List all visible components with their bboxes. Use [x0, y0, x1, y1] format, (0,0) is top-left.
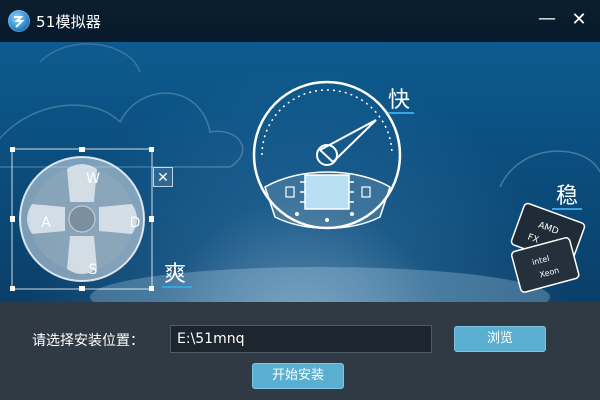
- feature-stable-label: 稳: [556, 184, 579, 209]
- installer-window: 51模拟器 — ✕ AMD FX intel Xeon W A D S ✕ 快 …: [0, 0, 600, 400]
- feature-stable-underline: [552, 208, 582, 210]
- dpad-close-icon[interactable]: ✕: [153, 167, 173, 187]
- feature-cool-underline: [162, 286, 192, 288]
- app-logo-icon: [8, 10, 30, 32]
- processor-cards-icon: AMD FX intel Xeon: [510, 202, 586, 293]
- dpad-key-right[interactable]: D: [125, 213, 145, 233]
- install-path-label: 请选择安装位置：: [32, 333, 144, 349]
- minimize-button[interactable]: —: [536, 8, 558, 30]
- feature-cool-label: 爽: [164, 262, 187, 287]
- hero-banner: AMD FX intel Xeon W A D S ✕ 快 稳 爽: [0, 42, 600, 302]
- install-panel: 请选择安装位置： 浏览 开始安装: [0, 302, 600, 400]
- close-button[interactable]: ✕: [568, 9, 590, 31]
- dpad-key-up[interactable]: W: [83, 169, 103, 189]
- feature-fast-underline: [388, 112, 414, 114]
- dpad-key-left[interactable]: A: [36, 213, 56, 233]
- dpad-key-down[interactable]: S: [83, 260, 103, 280]
- window-title: 51模拟器: [36, 13, 102, 31]
- title-bar[interactable]: 51模拟器 — ✕: [0, 0, 600, 42]
- start-install-button[interactable]: 开始安装: [252, 363, 344, 389]
- speedometer-icon: [252, 80, 402, 230]
- feature-fast-label: 快: [388, 88, 411, 113]
- dpad-control[interactable]: W A D S: [10, 147, 154, 291]
- install-path-input[interactable]: [170, 325, 432, 353]
- browse-button[interactable]: 浏览: [454, 326, 546, 352]
